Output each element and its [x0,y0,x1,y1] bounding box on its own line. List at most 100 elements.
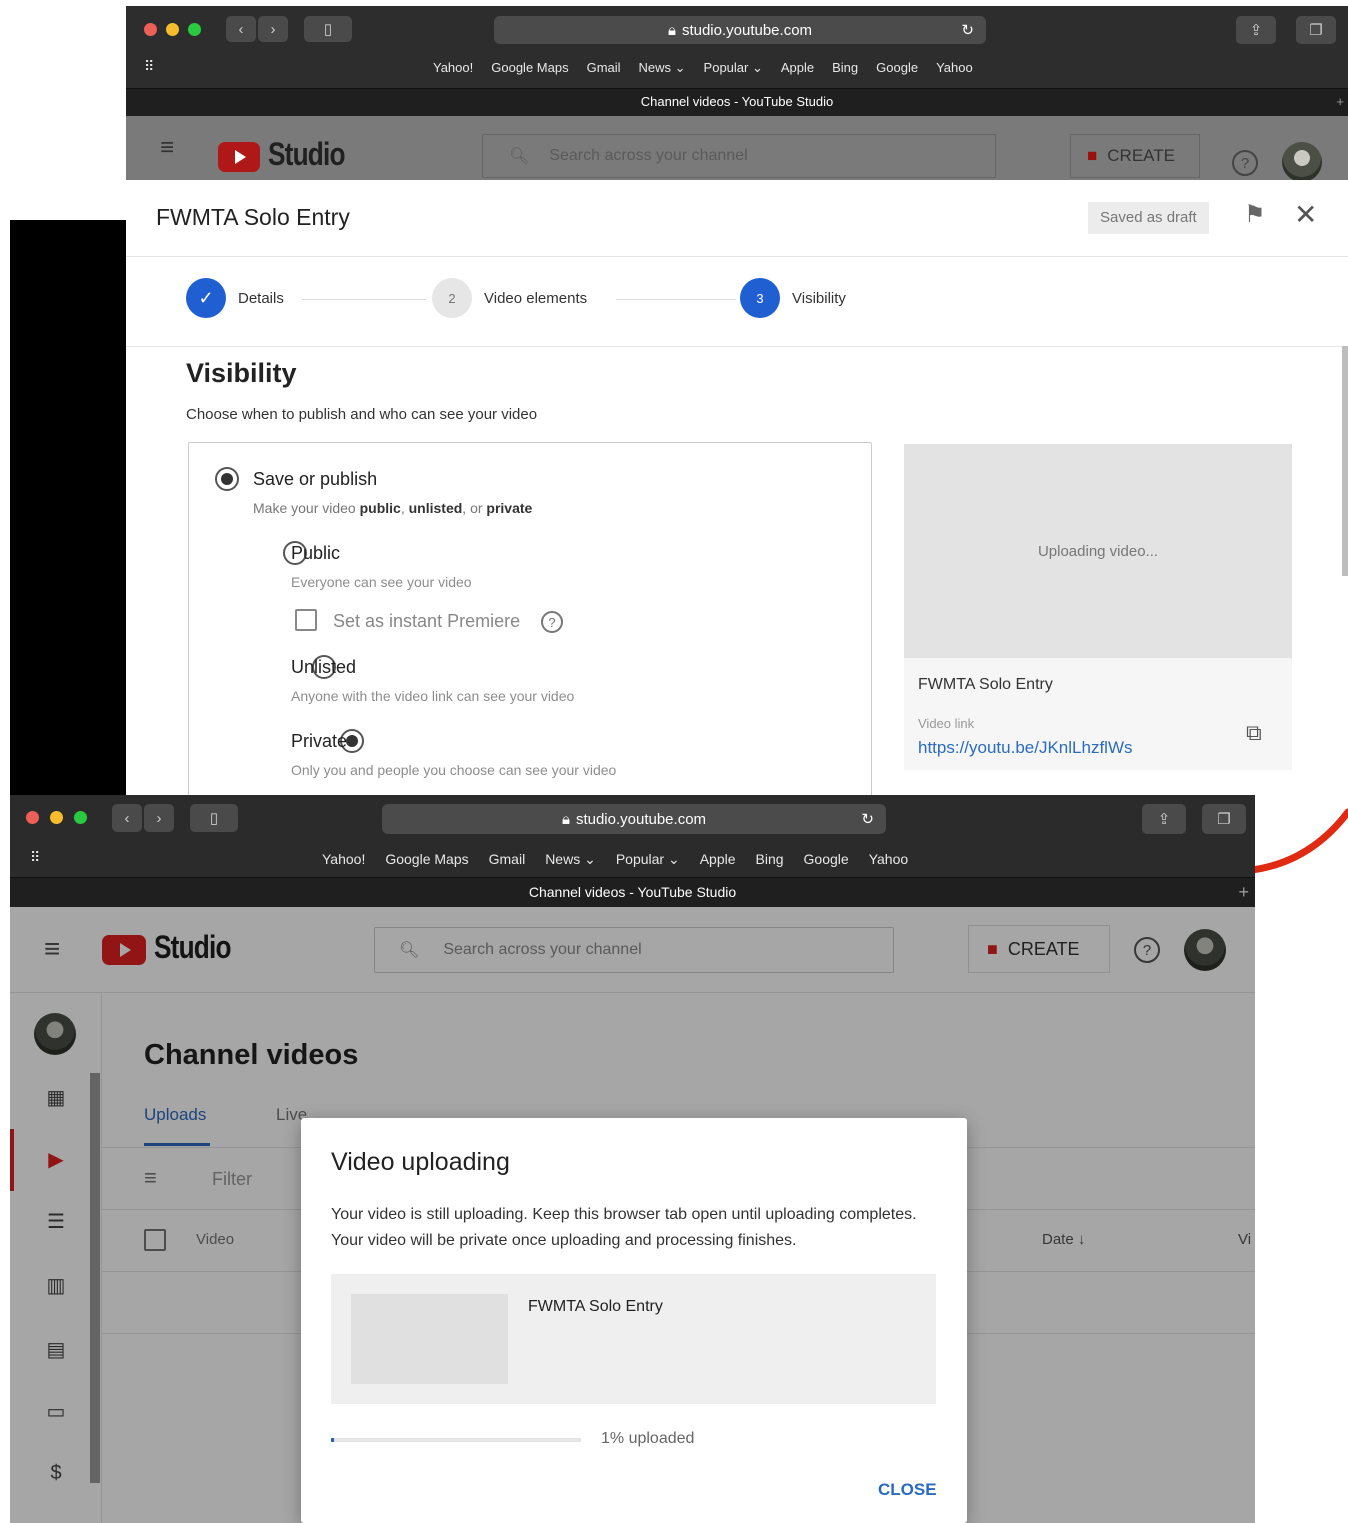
bookmark-item[interactable]: News ⌄ [639,60,686,76]
stepper: ✓ Details 2 Video elements 3 Visibility [186,278,886,320]
upload-dialog-screenshot: ‹ › ▯ 🔒︎ studio.youtube.com ↻ ⇪ ❐ ⠿ Yaho… [126,6,1348,796]
save-or-publish-label: Save or publish [253,469,378,489]
youtube-logo-icon [218,142,260,172]
new-tab-icon[interactable]: + [1238,878,1249,906]
unlisted-label: Unlisted [291,657,357,677]
upload-dialog: FWMTA Solo Entry Saved as draft ⚑ ✕ ✓ De… [126,180,1348,796]
premiere-help-icon[interactable]: ? [541,611,563,633]
close-icon[interactable]: ✕ [1294,198,1317,231]
upload-progress-fill [331,1438,334,1442]
active-tab[interactable]: Channel videos - YouTube Studio + [126,88,1348,116]
instant-premiere-checkbox[interactable] [295,609,317,631]
bookmark-item[interactable]: Popular ⌄ [704,60,763,76]
reload-icon[interactable]: ↻ [961,21,974,39]
address-bar[interactable]: 🔒︎ studio.youtube.com ↻ [382,804,886,834]
search-input[interactable]: 🔍︎ Search across your channel [482,134,996,178]
bookmark-item[interactable]: Yahoo! [322,851,365,868]
step-video-elements[interactable]: 2 Video elements [432,278,587,318]
bookmarks-bar: Yahoo! Google Maps Gmail News ⌄ Popular ⌄ App… [322,851,908,868]
bookmark-item[interactable]: Bing [832,60,858,76]
bookmark-item[interactable]: News ⌄ [545,851,596,868]
reload-icon[interactable]: ↻ [861,810,874,828]
unlisted-desc: Anyone with the video link can see your … [291,688,575,704]
modal-title: Video uploading [331,1148,510,1176]
sidebar-toggle-icon[interactable]: ▯ [190,804,238,832]
help-icon[interactable]: ? [1232,150,1258,176]
saved-draft-badge: Saved as draft [1088,202,1209,234]
section-subtitle: Choose when to publish and who can see y… [186,406,538,423]
bookmark-item[interactable]: Google Maps [491,60,568,76]
scrollbar[interactable] [1342,346,1348,576]
back-button[interactable]: ‹ [226,16,256,42]
tabs-overview-icon[interactable]: ❐ [1296,16,1336,44]
menu-icon[interactable]: ≡ [160,134,174,162]
maximize-window-icon[interactable] [74,811,87,824]
grid-icon[interactable]: ⠿ [30,849,40,866]
create-button[interactable]: ■ CREATE [1070,134,1200,178]
copy-icon[interactable]: ⧉ [1246,720,1262,746]
video-thumbnail [351,1294,508,1384]
check-icon: ✓ [186,278,226,318]
search-icon: 🔍︎ [509,148,530,165]
grid-icon[interactable]: ⠿ [144,58,154,75]
private-desc: Only you and people you choose can see y… [291,762,617,778]
bookmark-item[interactable]: Yahoo! [433,60,473,76]
uploading-placeholder: Uploading video... [904,444,1292,658]
visibility-options-card: Save or publish Make your video public, … [188,442,872,796]
black-margin [10,220,126,800]
bookmark-item[interactable]: Popular ⌄ [616,851,680,868]
video-preview-card: Uploading video... FWMTA Solo Entry Vide… [904,444,1292,770]
preview-video-title: FWMTA Solo Entry [918,676,1053,693]
minimize-window-icon[interactable] [50,811,63,824]
bookmark-item[interactable]: Google [804,851,849,868]
instant-premiere-label: Set as instant Premiere [333,611,521,631]
back-button[interactable]: ‹ [112,804,142,832]
upload-progress-text: 1% uploaded [601,1430,695,1447]
upload-progress-bar [331,1438,581,1442]
maximize-window-icon[interactable] [188,23,201,36]
bookmark-item[interactable]: Google [876,60,918,76]
forward-button[interactable]: › [258,16,288,42]
divider [126,346,1348,347]
share-icon[interactable]: ⇪ [1142,804,1186,834]
bookmark-item[interactable]: Gmail [489,851,526,868]
save-or-publish-radio[interactable] [215,467,239,491]
step-connector [616,299,736,300]
upload-video-card: FWMTA Solo Entry [331,1274,936,1404]
share-icon[interactable]: ⇪ [1236,16,1276,44]
save-or-publish-desc: Make your video public, unlisted, or pri… [253,500,533,516]
new-tab-icon[interactable]: + [1336,89,1344,115]
bookmark-item[interactable]: Apple [700,851,736,868]
public-desc: Everyone can see your video [291,574,472,590]
close-window-icon[interactable] [26,811,39,824]
lock-icon: 🔒︎ [667,21,676,39]
section-title: Visibility [186,358,297,388]
tabs-overview-icon[interactable]: ❐ [1202,804,1246,834]
minimize-window-icon[interactable] [166,23,179,36]
address-bar[interactable]: 🔒︎ studio.youtube.com ↻ [494,16,986,44]
bookmark-item[interactable]: Gmail [587,60,621,76]
active-tab[interactable]: Channel videos - YouTube Studio + [10,877,1255,907]
bookmark-item[interactable]: Google Maps [385,851,468,868]
sidebar-toggle-icon[interactable]: ▯ [304,16,352,42]
channel-videos-screenshot: ‹ › ▯ 🔒︎ studio.youtube.com ↻ ⇪ ❐ ⠿ Yaho… [10,795,1255,1523]
bookmark-item[interactable]: Apple [781,60,814,76]
close-button[interactable]: CLOSE [878,1480,937,1500]
video-link[interactable]: https://youtu.be/JKnlLhzflWs [918,738,1133,758]
private-label: Private [291,731,348,751]
modal-body: Your video is still uploading. Keep this… [331,1206,917,1249]
video-uploading-modal: Video uploading Your video is still uplo… [301,1118,967,1523]
bookmark-item[interactable]: Yahoo [869,851,908,868]
bookmark-item[interactable]: Bing [756,851,784,868]
step-connector [302,299,426,300]
lock-icon: 🔒︎ [561,810,570,828]
avatar[interactable] [1282,142,1322,182]
close-window-icon[interactable] [144,23,157,36]
step-details[interactable]: ✓ Details [186,278,284,318]
video-link-label: Video link [918,716,975,731]
report-feedback-icon[interactable]: ⚑ [1244,200,1266,229]
step-visibility[interactable]: 3 Visibility [740,278,846,318]
bookmark-item[interactable]: Yahoo [936,60,973,76]
forward-button[interactable]: › [144,804,174,832]
red-annotation-stroke [1250,808,1348,874]
